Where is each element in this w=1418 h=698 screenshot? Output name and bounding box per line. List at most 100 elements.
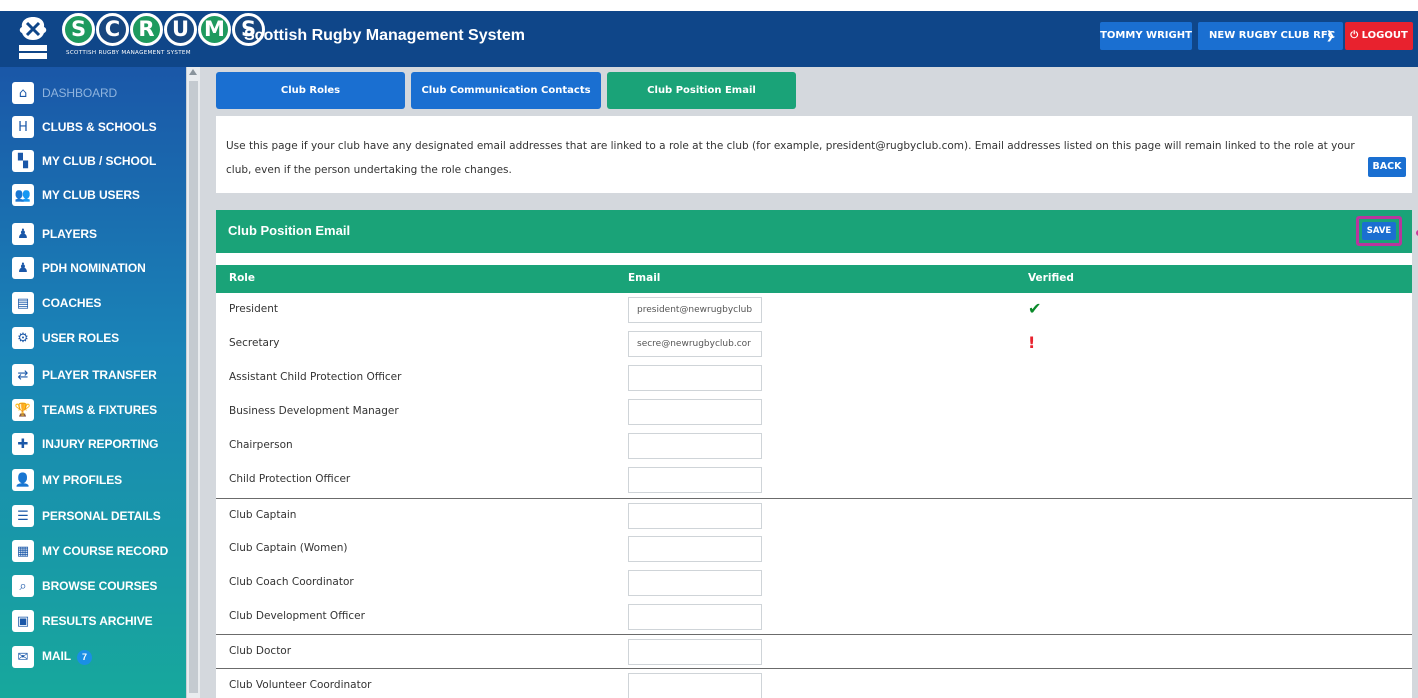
table-header: Role Email Verified xyxy=(216,265,1412,293)
sidebar-item-label: COACHES xyxy=(42,296,102,310)
role-name: Chairperson xyxy=(229,439,293,451)
role-name: Club Doctor xyxy=(229,645,292,657)
sidebar-item-label: TEAMS & FIXTURES xyxy=(42,403,158,417)
sidebar-item-label: CLUBS & SCHOOLS xyxy=(42,120,157,134)
email-input[interactable] xyxy=(628,399,762,425)
logo-subtitle: SCOTTISH RUGBY MANAGEMENT SYSTEM xyxy=(66,50,191,56)
column-header-verified: Verified xyxy=(1028,272,1074,284)
logo-letter: U xyxy=(164,13,197,46)
sidebar-item-label: RESULTS ARCHIVE xyxy=(42,614,153,628)
table-row: Club Volunteer Coordinator xyxy=(216,668,1412,698)
table-row: Chairperson xyxy=(216,429,1412,463)
verified-check-icon: ✔ xyxy=(1028,299,1042,318)
trophy-icon: 🏆 xyxy=(12,399,34,421)
user-roles-icon: ⚙ xyxy=(12,327,34,349)
email-input[interactable] xyxy=(628,536,762,562)
sidebar-item-teams-fixtures[interactable]: 🏆 TEAMS & FIXTURES xyxy=(0,393,186,427)
logo-letter: C xyxy=(96,13,129,46)
sidebar-item-browse-courses[interactable]: ⌕ BROWSE COURSES xyxy=(0,569,186,603)
sidebar-item-players[interactable]: ♟ PLAYERS xyxy=(0,217,186,251)
sidebar-item-label: MY PROFILES xyxy=(42,473,123,487)
profile-icon: 👤 xyxy=(12,469,34,491)
sidebar-item-my-course-record[interactable]: ▦ MY COURSE RECORD xyxy=(0,534,186,568)
sidebar-item-pdh-nomination[interactable]: ♟ PDH NOMINATION xyxy=(0,251,186,285)
email-input[interactable]: president@newrugbyclub xyxy=(628,297,762,323)
email-input[interactable] xyxy=(628,433,762,459)
sidebar-item-label-wrap: MAIL 7 xyxy=(42,649,92,665)
scroll-thumb[interactable] xyxy=(189,81,198,693)
email-input[interactable] xyxy=(628,503,762,529)
table-row: Club Doctor xyxy=(216,634,1412,668)
panel-header: Club Position Email SAVE xyxy=(216,210,1412,253)
table-row: Club Development Officer xyxy=(216,600,1412,634)
course-record-icon: ▦ xyxy=(12,540,34,562)
back-button[interactable]: BACK xyxy=(1368,157,1406,177)
role-name: Child Protection Officer xyxy=(229,473,351,485)
sidebar-item-label: MY CLUB / SCHOOL xyxy=(42,154,157,168)
mail-count-badge: 7 xyxy=(76,649,92,665)
save-button-highlight: SAVE xyxy=(1356,216,1402,246)
role-name: Assistant Child Protection Officer xyxy=(229,371,402,383)
sidebar-item-injury-reporting[interactable]: ✚ INJURY REPORTING xyxy=(0,427,186,461)
sidebar-item-player-transfer[interactable]: ⇄ PLAYER TRANSFER xyxy=(0,358,186,392)
browse-courses-icon: ⌕ xyxy=(12,575,34,597)
sidebar-item-label: DASHBOARD xyxy=(42,86,118,100)
details-icon: ☰ xyxy=(12,505,34,527)
sidebar-item-label: MAIL xyxy=(42,649,71,664)
table-row: Assistant Child Protection Officer xyxy=(216,361,1412,395)
user-button[interactable]: TOMMY WRIGHT xyxy=(1100,22,1192,50)
save-button[interactable]: SAVE xyxy=(1362,222,1396,240)
nomination-icon: ♟ xyxy=(12,257,34,279)
club-selector-label: NEW RUGBY CLUB RFC xyxy=(1209,30,1335,41)
sidebar-scrollbar[interactable] xyxy=(186,67,200,698)
logout-button[interactable]: ⏻ LOGOUT xyxy=(1345,22,1413,50)
table-row: Club Captain xyxy=(216,498,1412,532)
sidebar-item-coaches[interactable]: ▤ COACHES xyxy=(0,286,186,320)
tab-club-position-email[interactable]: Club Position Email xyxy=(607,72,796,109)
club-selector[interactable]: NEW RUGBY CLUB RFC ❯ xyxy=(1198,22,1343,50)
club-icon: ▚ xyxy=(12,150,34,172)
power-icon: ⏻ xyxy=(1350,30,1359,41)
column-header-role: Role xyxy=(229,272,256,284)
users-icon: 👥 xyxy=(12,184,34,206)
sidebar-item-label: PLAYER TRANSFER xyxy=(42,368,157,382)
email-input[interactable] xyxy=(628,673,762,698)
sidebar-item-results-archive[interactable]: ▣ RESULTS ARCHIVE xyxy=(0,604,186,638)
sidebar-item-label: PDH NOMINATION xyxy=(42,261,146,275)
sidebar-item-label: USER ROLES xyxy=(42,331,120,345)
tab-club-communication-contacts[interactable]: Club Communication Contacts xyxy=(411,72,601,109)
sidebar-item-my-club-school[interactable]: ▚ MY CLUB / SCHOOL xyxy=(0,144,186,178)
sidebar-item-dashboard[interactable]: ⌂ DASHBOARD xyxy=(0,76,186,110)
email-input[interactable]: secre@newrugbyclub.cor xyxy=(628,331,762,357)
position-email-table: Role Email Verified President president@n… xyxy=(216,253,1412,698)
unverified-alert-icon: ! xyxy=(1028,333,1036,352)
role-name: Club Captain (Women) xyxy=(229,542,348,554)
top-bar: S C R U M S SCOTTISH RUGBY MANAGEMENT SY… xyxy=(0,0,1418,67)
table-row: Business Development Manager xyxy=(216,395,1412,429)
main-content: Club Roles Club Communication Contacts C… xyxy=(200,67,1418,698)
tab-club-roles[interactable]: Club Roles xyxy=(216,72,405,109)
scroll-up-arrow-icon[interactable] xyxy=(189,69,197,75)
sidebar-item-clubs-schools[interactable]: H CLUBS & SCHOOLS xyxy=(0,110,186,144)
logo-letter: S xyxy=(62,13,95,46)
role-name: Club Volunteer Coordinator xyxy=(229,679,372,691)
sidebar-item-mail[interactable]: ✉ MAIL 7 xyxy=(0,640,186,674)
scrums-logo[interactable]: S C R U M S SCOTTISH RUGBY MANAGEMENT SY… xyxy=(0,11,265,67)
sidebar-item-label: PERSONAL DETAILS xyxy=(42,509,161,523)
info-text: Use this page if your club have any desi… xyxy=(226,140,1355,176)
ambulance-icon: ✚ xyxy=(12,433,34,455)
role-name: Business Development Manager xyxy=(229,405,399,417)
email-input[interactable] xyxy=(628,467,762,493)
player-icon: ♟ xyxy=(12,223,34,245)
sidebar-item-personal-details[interactable]: ☰ PERSONAL DETAILS xyxy=(0,499,186,533)
logo-letter: M xyxy=(198,13,231,46)
sidebar-item-user-roles[interactable]: ⚙ USER ROLES xyxy=(0,321,186,355)
email-input[interactable] xyxy=(628,639,762,665)
email-input[interactable] xyxy=(628,570,762,596)
sidebar-item-my-club-users[interactable]: 👥 MY CLUB USERS xyxy=(0,178,186,212)
app-title: Scottish Rugby Management System xyxy=(244,27,525,44)
sidebar-item-my-profiles[interactable]: 👤 MY PROFILES xyxy=(0,463,186,497)
role-name: Secretary xyxy=(229,337,280,349)
email-input[interactable] xyxy=(628,604,762,630)
email-input[interactable] xyxy=(628,365,762,391)
